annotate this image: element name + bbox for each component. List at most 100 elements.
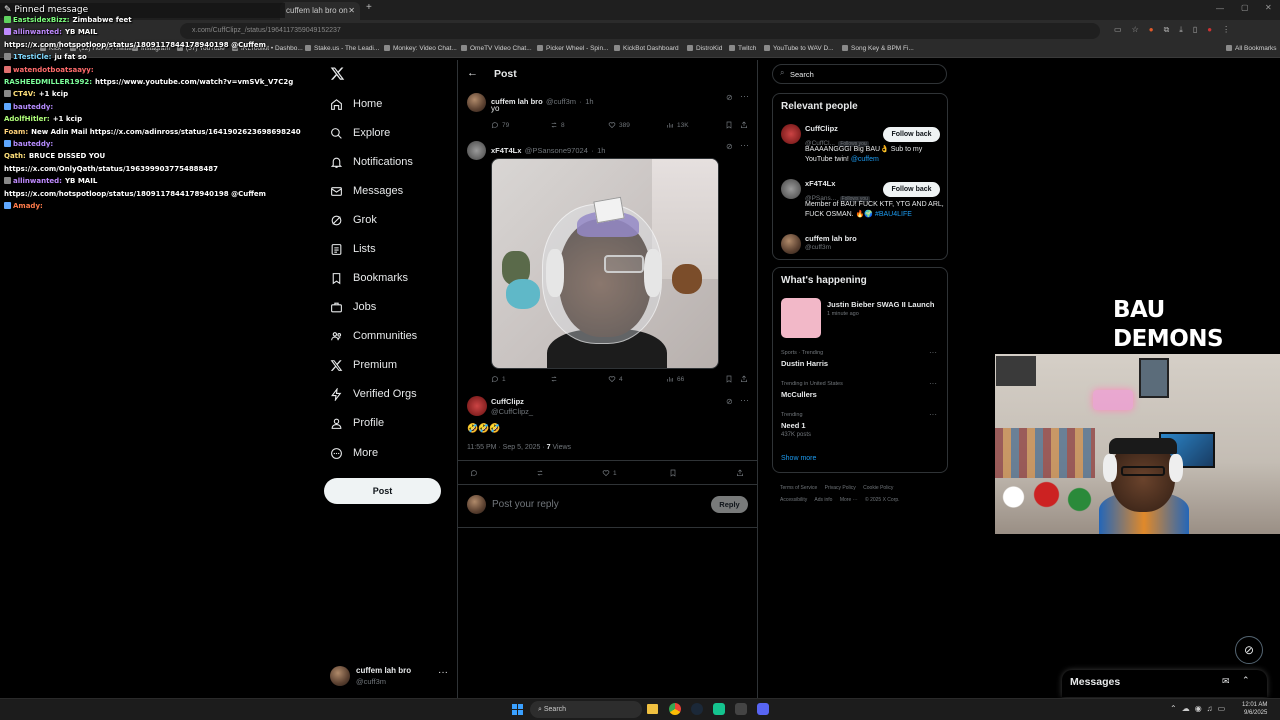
person-card[interactable]: xF4T4Lx @PSans... Follows you Follow bac…: [773, 175, 947, 223]
reply-action[interactable]: 1: [491, 375, 506, 383]
taskbar-search[interactable]: ⌕ Search: [530, 701, 642, 718]
person-name[interactable]: CuffClipz: [805, 124, 838, 133]
expand-up-icon[interactable]: ⌃: [1242, 675, 1250, 686]
discord-icon[interactable]: [757, 703, 769, 715]
share-action[interactable]: [740, 375, 751, 383]
bookmark-item[interactable]: Twitch: [729, 45, 756, 52]
bookmark-item[interactable]: YouTube to WAV D...: [764, 45, 834, 52]
footer-link[interactable]: Ads info: [814, 497, 832, 503]
chat-username[interactable]: Qath:: [4, 152, 26, 160]
footer-link[interactable]: Privacy Policy: [825, 485, 856, 491]
chrome-icon[interactable]: [669, 703, 681, 715]
bookmark-action[interactable]: [669, 469, 680, 477]
more-dots-icon[interactable]: ···: [929, 410, 937, 419]
parent-post[interactable]: cuffem lah bro @cuff3m · 1h ⊘ ··· yo 79 …: [458, 90, 757, 136]
window-maximize-icon[interactable]: ▢: [1241, 3, 1249, 12]
chat-username[interactable]: allinwanted:: [13, 177, 62, 185]
extension-icon[interactable]: ●: [1149, 25, 1154, 37]
puzzle-icon[interactable]: ⧉: [1164, 25, 1170, 37]
person-card[interactable]: cuffem lah bro @cuff3m: [773, 230, 947, 258]
compose-message-icon[interactable]: ✉: [1222, 676, 1230, 687]
avatar[interactable]: [467, 396, 487, 416]
search-input[interactable]: ⌕ Search: [772, 64, 947, 84]
nav-profile[interactable]: Profile: [330, 413, 384, 433]
footer-link[interactable]: Accessibility: [780, 497, 807, 503]
views-action[interactable]: 13K: [666, 121, 689, 129]
app-icon[interactable]: [713, 703, 725, 715]
nav-more[interactable]: More: [330, 443, 378, 463]
chat-username[interactable]: watendotboatsaayy:: [13, 66, 94, 74]
chat-username[interactable]: EastsidexBizz:: [13, 16, 70, 24]
bio-link[interactable]: @cuffem: [851, 156, 879, 163]
footer-link[interactable]: More ···: [840, 497, 858, 503]
chat-username[interactable]: 1TestiCle:: [13, 53, 51, 61]
share-action[interactable]: [736, 469, 747, 477]
repost-action[interactable]: [536, 469, 547, 477]
grok-icon[interactable]: ⊘: [726, 142, 733, 151]
nav-bookmarks[interactable]: Bookmarks: [330, 268, 408, 288]
person-name[interactable]: xF4T4Lx: [805, 179, 835, 188]
chat-username[interactable]: allinwanted:: [13, 28, 62, 36]
repost-action[interactable]: [550, 375, 561, 383]
file-explorer-icon[interactable]: [647, 704, 658, 714]
clock-date[interactable]: 9/6/2025: [1242, 709, 1267, 717]
app-icon[interactable]: [735, 703, 747, 715]
account-switcher[interactable]: cuffem lah bro @cuff3m ···: [330, 664, 455, 688]
bookmark-item[interactable]: DistroKid: [687, 45, 722, 52]
like-action[interactable]: 389: [608, 121, 630, 129]
post-time[interactable]: 1h: [585, 97, 593, 106]
grok-float-button[interactable]: ⊘: [1235, 636, 1263, 664]
reply-action[interactable]: 79: [491, 121, 509, 129]
bookmark-item[interactable]: Stake.us - The Leadi...: [305, 45, 379, 52]
kebab-menu-icon[interactable]: ⋮: [1222, 25, 1230, 37]
all-bookmarks[interactable]: All Bookmarks: [1226, 45, 1277, 52]
person-name[interactable]: cuffem lah bro: [805, 234, 857, 243]
post-time[interactable]: 1h: [597, 146, 605, 155]
nav-notifications[interactable]: Notifications: [330, 152, 413, 172]
tab-close-icon[interactable]: ✕: [348, 2, 355, 20]
reply-input[interactable]: Post your reply: [492, 499, 559, 510]
chat-username[interactable]: RASHEEDMILLER1992:: [4, 78, 92, 86]
follow-back-button[interactable]: Follow back: [883, 182, 940, 197]
like-action[interactable]: 4: [608, 375, 623, 383]
grok-icon[interactable]: ⊘: [726, 93, 733, 102]
nav-jobs[interactable]: Jobs: [330, 297, 376, 317]
post-button[interactable]: Post: [324, 478, 441, 504]
nav-messages[interactable]: Messages: [330, 181, 403, 201]
bookmark-item[interactable]: KickBot Dashboard: [614, 45, 679, 52]
more-dots-icon[interactable]: ···: [740, 140, 749, 150]
clock-time[interactable]: 12:01 AM: [1242, 701, 1267, 709]
share-action[interactable]: [740, 121, 751, 129]
post-timestamp[interactable]: 11:55 PM · Sep 5, 2025 ·: [467, 444, 545, 451]
chat-username[interactable]: bauteddy:: [13, 103, 53, 111]
window-close-icon[interactable]: ✕: [1265, 3, 1272, 12]
author-name[interactable]: xF4T4Lx: [491, 146, 521, 155]
like-action[interactable]: 1: [602, 469, 617, 477]
nav-communities[interactable]: Communities: [330, 326, 417, 346]
author-handle[interactable]: @PSansone97024: [525, 146, 588, 155]
bookmark-action[interactable]: [725, 375, 736, 383]
nav-grok[interactable]: Grok: [330, 210, 377, 230]
show-more-link[interactable]: Show more: [781, 455, 816, 462]
reply-button[interactable]: Reply: [711, 496, 748, 513]
bookmark-action[interactable]: [725, 121, 736, 129]
follow-back-button[interactable]: Follow back: [883, 127, 940, 142]
author-handle[interactable]: @CuffClipz_: [491, 407, 533, 416]
grok-icon[interactable]: ⊘: [726, 397, 733, 406]
bookmark-item[interactable]: Picker Wheel - Spin...: [537, 45, 609, 52]
new-tab-button[interactable]: +: [366, 2, 372, 13]
bookmark-item[interactable]: OmeTV Video Chat...: [461, 45, 532, 52]
chat-username[interactable]: AdolfHitler:: [4, 115, 50, 123]
more-dots-icon[interactable]: ···: [929, 379, 937, 388]
author-name[interactable]: CuffClipz: [491, 397, 524, 406]
window-minimize-icon[interactable]: —: [1216, 4, 1224, 13]
views-action[interactable]: 66: [666, 375, 684, 383]
repost-action[interactable]: 8: [550, 121, 565, 129]
reply-action[interactable]: [470, 469, 481, 477]
chat-username[interactable]: Foam:: [4, 128, 28, 136]
more-dots-icon[interactable]: ···: [438, 667, 448, 678]
footer-link[interactable]: Cookie Policy: [863, 485, 893, 491]
back-arrow-icon[interactable]: ←: [467, 67, 478, 79]
x-logo-icon[interactable]: [330, 66, 346, 82]
cast-icon[interactable]: ▭: [1114, 25, 1122, 37]
